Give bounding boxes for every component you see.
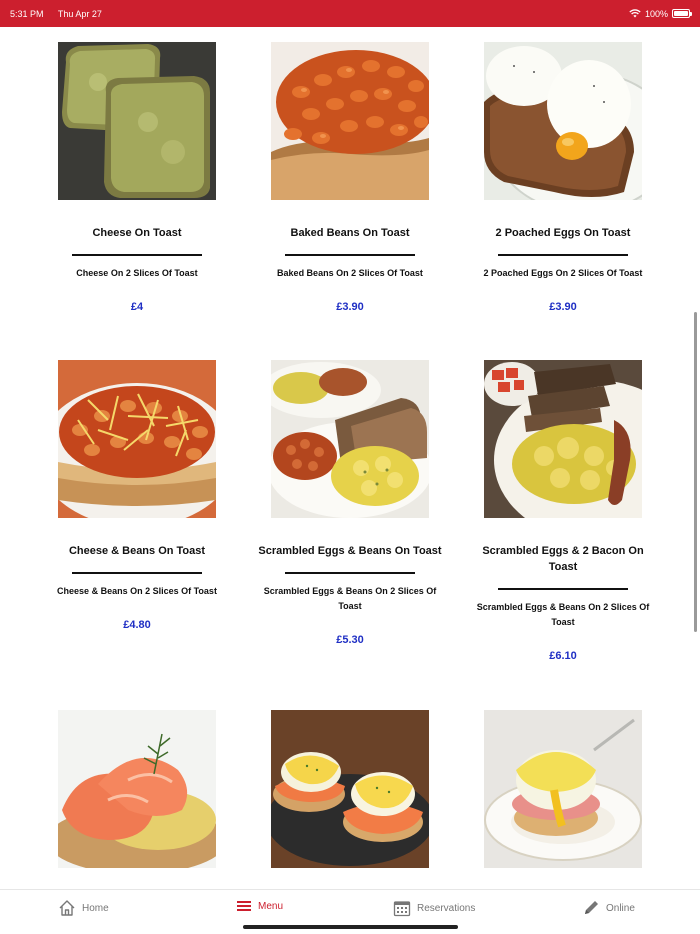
wifi-icon (629, 9, 641, 18)
tab-home-label: Home (82, 902, 109, 914)
scrambled-eggs-and-bacon-image (484, 360, 694, 540)
menu-item-price: £6.10 (549, 650, 577, 662)
smoked-salmon-image (47, 710, 227, 874)
menu-card[interactable] (250, 710, 450, 873)
battery-percent: 100% (644, 8, 668, 19)
menu-item-description: Baked Beans On 2 Slices Of Toast (277, 268, 423, 278)
divider (72, 254, 202, 256)
divider (72, 572, 202, 574)
tab-online-label: Online (606, 902, 635, 914)
menu-card[interactable] (37, 710, 237, 874)
home-indicator (243, 925, 458, 929)
status-left: 5:31 PM Thu Apr 27 (10, 9, 114, 19)
menu-item-price: £3.90 (336, 301, 364, 313)
menu-item-name: Cheese On Toast (92, 227, 182, 239)
tab-reservations[interactable]: Reservations (393, 899, 475, 917)
menu-item-price: £5.30 (336, 634, 364, 646)
menu-item-name: Baked Beans On Toast (290, 227, 410, 239)
menu-icon (237, 901, 251, 911)
battery-icon (672, 9, 692, 18)
menu-item-price: £4.80 (123, 619, 151, 631)
baked-beans-on-toast-image (271, 42, 436, 200)
divider (285, 572, 415, 574)
status-date: Thu Apr 27 (57, 8, 102, 19)
divider (498, 588, 628, 590)
menu-item-description: Scrambled Eggs & Beans On 2 Slices Of To… (263, 586, 437, 611)
scrambled-eggs-and-beans-image (261, 360, 432, 518)
status-bar: 5:31 PM Thu Apr 27 100% (0, 0, 700, 27)
menu-item-description: Scrambled Eggs & Beans On 2 Slices Of To… (476, 602, 650, 627)
eggs-royale-image (266, 710, 434, 868)
divider (498, 254, 628, 256)
menu-item-price: £4 (130, 301, 144, 313)
tab-menu[interactable]: Menu (236, 899, 283, 913)
menu-item-name: Cheese & Beans On Toast (68, 545, 206, 557)
menu-item-description: 2 Poached Eggs On 2 Slices Of Toast (483, 268, 643, 278)
pencil-icon (585, 901, 598, 914)
menu-item-description: Cheese & Beans On 2 Slices Of Toast (57, 586, 217, 596)
tab-reservations-label: Reservations (417, 902, 476, 914)
menu-card[interactable]: Baked Beans On Toast Baked Beans On 2 Sl… (250, 42, 450, 313)
menu-item-name: Scrambled Eggs & 2 Bacon On Toast (482, 545, 644, 573)
calendar-icon (393, 901, 411, 917)
status-time: 5:31 PM (10, 8, 44, 19)
menu-card[interactable]: 2 Poached Eggs On Toast 2 Poached Eggs O… (463, 42, 675, 313)
cheese-and-beans-on-toast-image (37, 360, 237, 527)
poached-eggs-on-toast-image (484, 42, 675, 213)
scrollbar[interactable] (694, 312, 697, 632)
menu-card[interactable] (463, 710, 663, 873)
divider (285, 254, 415, 256)
menu-card[interactable]: Cheese On Toast Cheese On 2 Slices Of To… (37, 42, 237, 313)
cheese-on-toast-image (58, 42, 216, 200)
home-icon (59, 900, 75, 916)
tab-menu-label: Menu (258, 900, 284, 912)
menu-content[interactable]: Cheese On Toast Cheese On 2 Slices Of To… (0, 27, 700, 889)
menu-item-description: Cheese On 2 Slices Of Toast (76, 268, 198, 278)
tab-online[interactable]: Online (582, 899, 635, 917)
status-right: 100% (629, 8, 692, 19)
eggs-benedict-image (484, 710, 642, 868)
menu-card[interactable]: Scrambled Eggs & 2 Bacon On Toast Scramb… (463, 360, 694, 662)
tab-home[interactable]: Home (58, 899, 109, 917)
menu-card[interactable]: Cheese & Beans On Toast Cheese & Beans O… (37, 360, 237, 631)
menu-item-name: Scrambled Eggs & Beans On Toast (258, 545, 442, 557)
menu-card[interactable]: Scrambled Eggs & Beans On Toast Scramble… (250, 360, 450, 646)
menu-item-price: £3.90 (549, 301, 577, 313)
menu-item-name: 2 Poached Eggs On Toast (495, 227, 631, 239)
